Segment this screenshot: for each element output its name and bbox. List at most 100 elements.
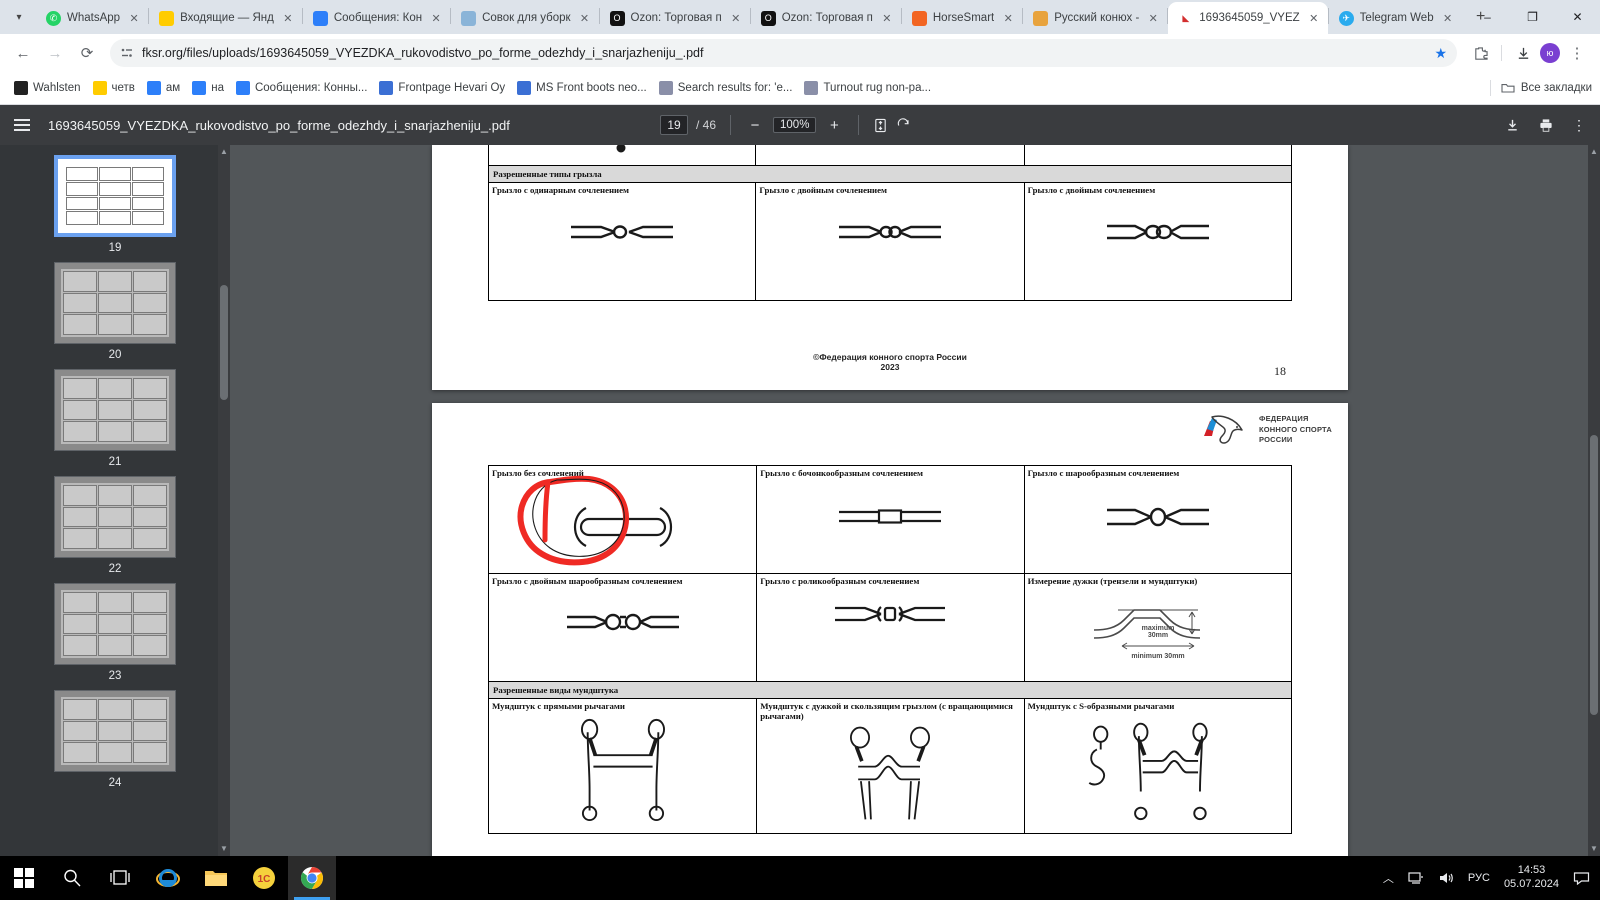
thumbnail-preview[interactable]: [54, 690, 176, 772]
download-icon[interactable]: [1505, 118, 1520, 133]
browser-tab[interactable]: ✆ WhatsApp ✕: [36, 2, 148, 34]
scrollbar-thumb[interactable]: [220, 285, 228, 400]
single-joint-bit-art: [492, 217, 752, 247]
table-cell: Грызло с двойным сочленением: [1023, 182, 1293, 301]
page-number-input[interactable]: 19: [660, 115, 688, 135]
rotate-icon[interactable]: [896, 117, 911, 133]
bookmark-item[interactable]: четв: [87, 78, 141, 98]
browser-tab[interactable]: Русский конюх - ✕: [1023, 2, 1167, 34]
thumbnail-item[interactable]: 21: [0, 369, 230, 468]
tab-close-icon[interactable]: ✕: [728, 10, 744, 26]
thumbnail-preview[interactable]: [54, 476, 176, 558]
address-bar[interactable]: fksr.org/files/uploads/1693645059_VYEZDK…: [110, 39, 1457, 67]
bookmark-item[interactable]: Search results for: 'e...: [653, 78, 799, 98]
bookmark-item[interactable]: MS Front boots neo...: [511, 78, 653, 98]
fit-page-icon[interactable]: [873, 118, 888, 133]
tab-search-icon[interactable]: ▾: [6, 4, 32, 30]
language-indicator[interactable]: РУС: [1468, 872, 1490, 884]
scroll-down-arrow[interactable]: ▼: [218, 842, 230, 856]
tab-close-icon[interactable]: ✕: [126, 10, 142, 26]
bookmark-item[interactable]: Wahlsten: [8, 78, 87, 98]
tab-close-icon[interactable]: ✕: [577, 10, 593, 26]
download-icon[interactable]: [1508, 38, 1538, 68]
bookmark-item[interactable]: Frontpage Hevari Oy: [373, 78, 511, 98]
thumbnail-item[interactable]: 20: [0, 262, 230, 361]
puzzle-icon[interactable]: [1465, 38, 1495, 68]
thumbnail-preview[interactable]: [54, 369, 176, 451]
close-button[interactable]: ✕: [1555, 1, 1600, 33]
copyright-line: ©Федерация конного спорта России: [813, 351, 967, 362]
tab-close-icon[interactable]: ✕: [1440, 10, 1456, 26]
1c-button[interactable]: 1С: [240, 856, 288, 900]
tab-close-icon[interactable]: ✕: [879, 10, 895, 26]
file-explorer-button[interactable]: [192, 856, 240, 900]
document-pane[interactable]: Разрешенные типы грызла Грызло с одинарн…: [230, 145, 1600, 856]
three-dots-icon[interactable]: ⋮: [1572, 117, 1586, 134]
bookmark-label: Search results for: 'e...: [677, 82, 793, 94]
cell-title: Грызло с бочонкообразным сочленением: [760, 468, 924, 478]
browser-tab[interactable]: Сообщения: Кон ✕: [303, 2, 450, 34]
avatar[interactable]: ю: [1540, 43, 1560, 63]
browser-tab[interactable]: HorseSmart ✕: [902, 2, 1022, 34]
tab-close-icon[interactable]: ✕: [1145, 10, 1161, 26]
bookmark-label: четв: [111, 82, 135, 94]
start-button[interactable]: [0, 856, 48, 900]
tab-close-icon[interactable]: ✕: [1000, 10, 1016, 26]
network-icon[interactable]: [1408, 871, 1424, 885]
document-scrollbar[interactable]: ▲ ▼: [1588, 145, 1600, 856]
task-view-button[interactable]: [96, 856, 144, 900]
bookmark-item[interactable]: Turnout rug non-pa...: [798, 78, 937, 98]
thumbnail-item[interactable]: 23: [0, 583, 230, 682]
doc-scrollbar-thumb[interactable]: [1590, 435, 1598, 715]
tab-close-icon[interactable]: ✕: [1306, 10, 1322, 26]
minimize-button[interactable]: –: [1465, 1, 1510, 33]
bookmark-item[interactable]: ам: [141, 78, 186, 98]
tab-close-icon[interactable]: ✕: [280, 10, 296, 26]
chrome-button[interactable]: [288, 856, 336, 900]
browser-tab[interactable]: Входящие — Янд ✕: [149, 2, 302, 34]
forward-button[interactable]: →: [40, 38, 70, 68]
internet-explorer-button[interactable]: [144, 856, 192, 900]
browser-tab[interactable]: Совок для уборк ✕: [451, 2, 598, 34]
three-dots-icon[interactable]: ⋮: [1562, 38, 1592, 68]
thumbnail-cell: [63, 613, 97, 635]
zoom-level-label[interactable]: 100%: [773, 117, 817, 133]
zoom-out-button[interactable]: −: [745, 117, 765, 134]
tab-close-icon[interactable]: ✕: [428, 10, 444, 26]
thumbnail-scrollbar[interactable]: ▲ ▼: [218, 145, 230, 856]
all-bookmarks-button[interactable]: Все закладки: [1486, 80, 1592, 96]
chevron-up-icon[interactable]: ︿: [1383, 870, 1394, 886]
bookmark-item[interactable]: на: [186, 78, 230, 98]
hamburger-icon[interactable]: [14, 119, 30, 131]
back-button[interactable]: ←: [8, 38, 38, 68]
thumbnail-item[interactable]: 22: [0, 476, 230, 575]
thumbnail-preview[interactable]: [54, 155, 176, 237]
maximize-button[interactable]: ❐: [1510, 1, 1555, 33]
thumbnail-item[interactable]: 19: [0, 155, 230, 254]
browser-tab[interactable]: O Ozon: Торговая п ✕: [600, 2, 750, 34]
reload-button[interactable]: ⟳: [72, 38, 102, 68]
speaker-icon[interactable]: [1438, 871, 1454, 885]
section-header-page19: Разрешенные виды мундштука: [488, 681, 1292, 699]
thumbnail-cell: [98, 635, 132, 656]
thumbnail-preview[interactable]: [54, 262, 176, 344]
pdf-page-19: ФЕДЕРАЦИЯ КОННОГО СПОРТА РОССИИ Грызло б…: [432, 403, 1348, 856]
page-info-icon[interactable]: [120, 46, 134, 60]
print-icon[interactable]: [1538, 118, 1554, 133]
scroll-up-arrow[interactable]: ▲: [218, 145, 230, 159]
cell-title: Грызло с роликообразным сочленением: [760, 576, 920, 586]
browser-tab[interactable]: ✈ Telegram Web ✕: [1329, 2, 1462, 34]
search-button[interactable]: [48, 856, 96, 900]
thumbnail-cell: [98, 292, 132, 314]
browser-tab[interactable]: O Ozon: Торговая п ✕: [751, 2, 901, 34]
notification-icon[interactable]: [1573, 871, 1590, 885]
zoom-in-button[interactable]: +: [824, 117, 844, 134]
thumbnail-item[interactable]: 24: [0, 690, 230, 789]
clock[interactable]: 14:53 05.07.2024: [1504, 864, 1559, 892]
bookmark-star-icon[interactable]: ★: [1434, 45, 1447, 62]
thumbnail-preview[interactable]: [54, 583, 176, 665]
doc-scroll-up-arrow[interactable]: ▲: [1588, 145, 1600, 159]
bookmark-item[interactable]: Сообщения: Конны...: [230, 78, 373, 98]
doc-scroll-down-arrow[interactable]: ▼: [1588, 842, 1600, 856]
browser-tab[interactable]: ◣ 1693645059_VYEZ ✕: [1168, 2, 1328, 34]
